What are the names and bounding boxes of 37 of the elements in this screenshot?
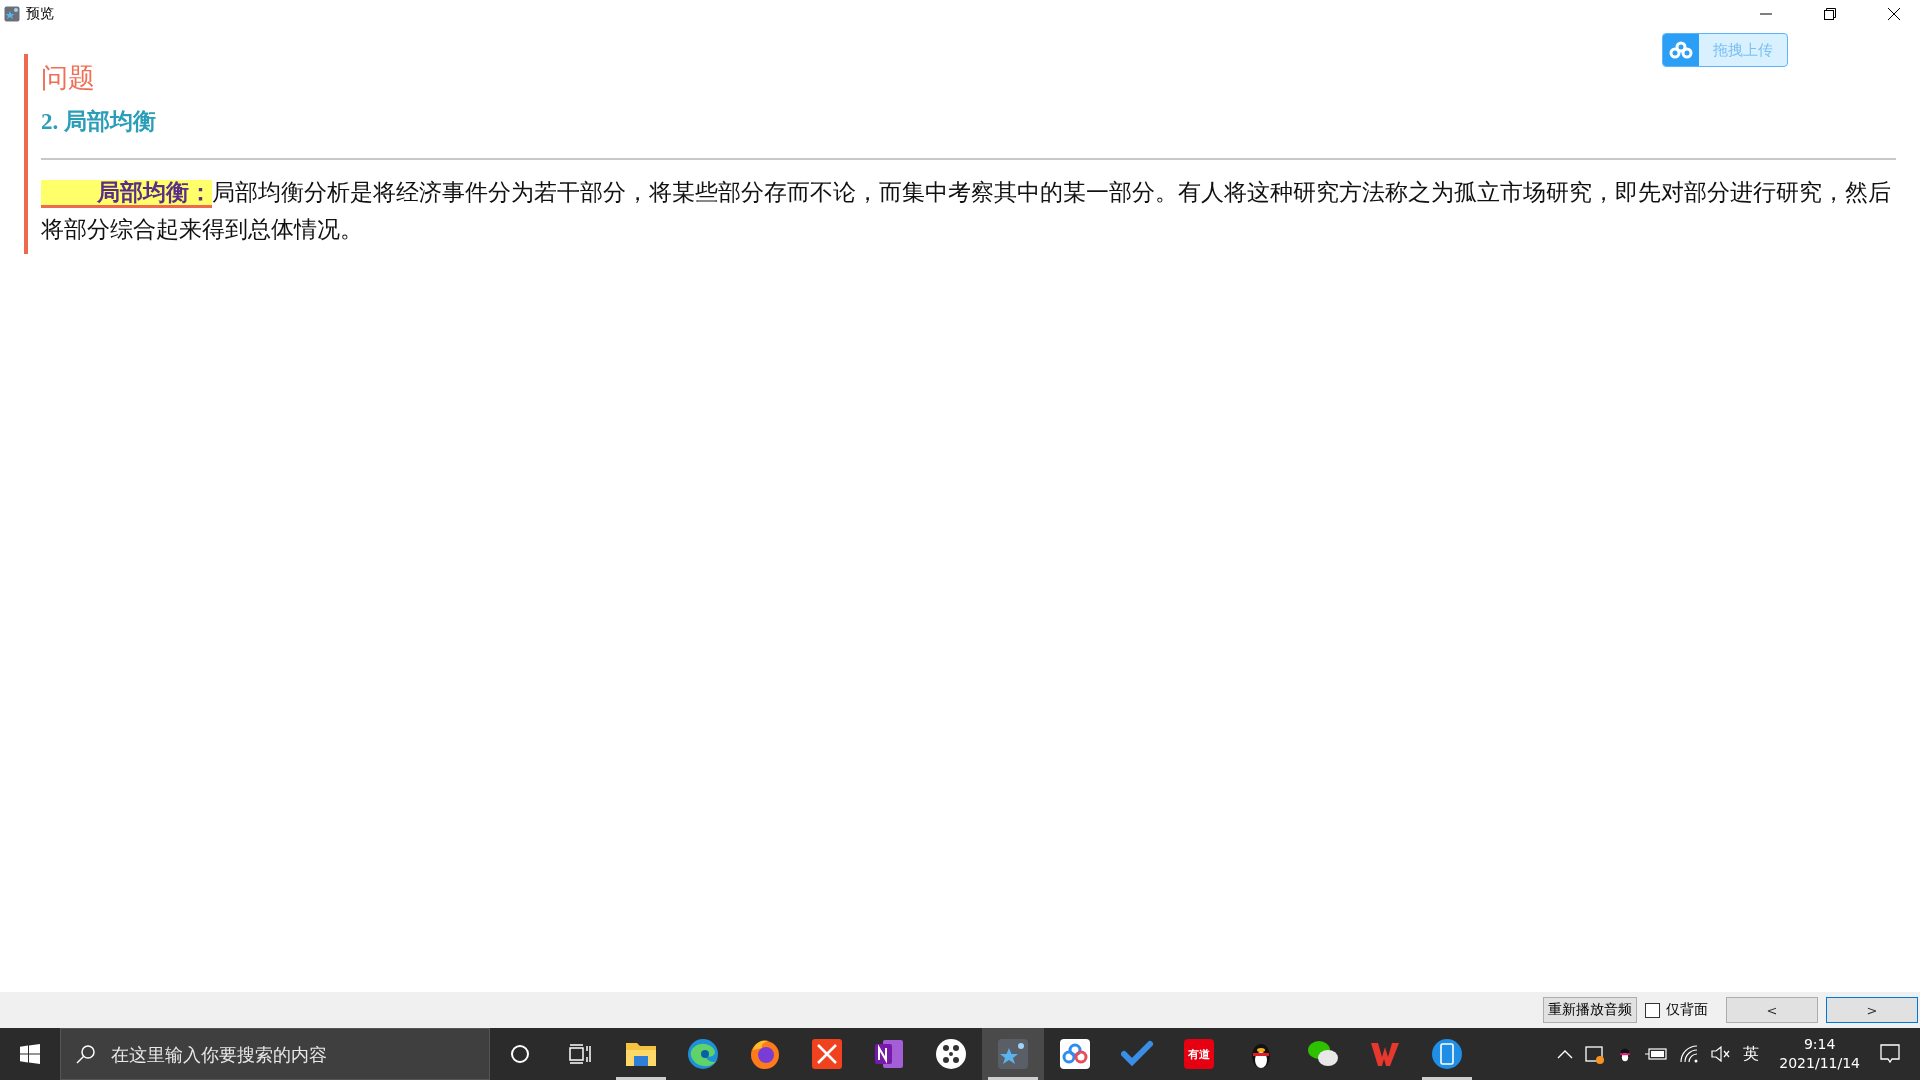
window-title: 预览 bbox=[26, 5, 54, 23]
task-view-icon[interactable] bbox=[569, 1044, 591, 1064]
notification-icon[interactable] bbox=[1880, 1044, 1900, 1064]
tablet-icon bbox=[1431, 1038, 1463, 1070]
back-only-checkbox[interactable] bbox=[1645, 1002, 1660, 1018]
wave-circle-icon bbox=[687, 1038, 719, 1070]
speaker-muted-icon[interactable] bbox=[1711, 1046, 1732, 1062]
sync-tray-icon[interactable] bbox=[1585, 1044, 1606, 1064]
clock-time[interactable]: 9:14 bbox=[1803, 1035, 1836, 1054]
chevron-up-icon[interactable] bbox=[1557, 1049, 1574, 1059]
cloud-icon bbox=[1669, 41, 1693, 59]
clock-date[interactable]: 2021/11/14 bbox=[1779, 1054, 1860, 1073]
search-icon bbox=[76, 1044, 96, 1064]
replay-audio-button[interactable]: 重新播放音频 bbox=[1543, 997, 1637, 1023]
windows-start-icon[interactable] bbox=[20, 1044, 40, 1064]
section-heading: 2. 局部均衡 bbox=[41, 108, 157, 136]
checkbox-label: 仅背面 bbox=[1666, 1001, 1708, 1019]
input-language-indicator[interactable]: 英 bbox=[1743, 1043, 1760, 1065]
battery-icon[interactable] bbox=[1645, 1048, 1668, 1060]
folder-icon bbox=[625, 1040, 657, 1068]
dictionary-app-icon: 有道 bbox=[1184, 1039, 1214, 1069]
cross-tile-icon bbox=[811, 1038, 843, 1070]
previous-button[interactable]: < bbox=[1726, 997, 1818, 1023]
star-app-icon bbox=[997, 1038, 1029, 1070]
star-app-icon bbox=[4, 6, 20, 22]
card-heading: 问题 bbox=[41, 62, 96, 95]
close-icon[interactable] bbox=[1888, 8, 1900, 20]
next-button[interactable]: > bbox=[1826, 997, 1918, 1023]
taskbar-app[interactable]: 有道 bbox=[1168, 1028, 1230, 1080]
definition-paragraph: 局部均衡：局部均衡分析是将经济事件分为若干部分，将某些部分存而不论，而集中考察其中的某一部分。有人将这种研究方法称之为孤立市场研究，即先对部分进行研究，然后将部分综合起来得到总体情况。 bbox=[41, 179, 1892, 244]
cloud-rings-icon bbox=[1059, 1038, 1091, 1070]
dots-circle-icon bbox=[935, 1038, 967, 1070]
search-field[interactable]: 在这里输入你要搜索的内容 bbox=[60, 1028, 490, 1080]
notebook-icon bbox=[873, 1038, 905, 1070]
wifi-icon[interactable] bbox=[1679, 1045, 1700, 1063]
restore-icon[interactable] bbox=[1824, 8, 1836, 20]
cortana-circle-icon[interactable] bbox=[510, 1044, 530, 1064]
